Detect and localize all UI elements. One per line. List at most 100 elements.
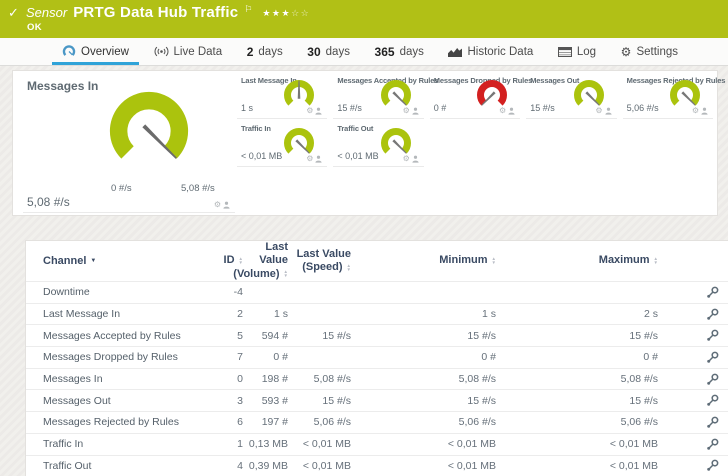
table-header: Channel▼ ID Last Value(Volume) Last Valu…: [26, 241, 728, 281]
settings-gear-icon: ⚙: [621, 45, 632, 59]
primary-gauge-tile[interactable]: Messages In 0 #/s 5,08 #/s 5,08 #/s ⚙: [23, 71, 235, 213]
mini-gauge-traffic-out[interactable]: Traffic Out < 0,01 MB ⚙: [333, 119, 423, 167]
channel-name-cell: Traffic Out: [43, 460, 211, 472]
object-kind-label: Sensor: [26, 5, 67, 20]
mini-gauge-messages-out[interactable]: Messages Out 15 #/s ⚙: [526, 71, 616, 119]
tab-2-days[interactable]: 2 days: [237, 38, 293, 65]
tab-number: 30: [307, 45, 320, 59]
table-row[interactable]: Messages Out 3 593 # 15 #/s 15 #/s 15 #/…: [26, 389, 728, 411]
maximum-cell: 5,08 #/s: [496, 373, 658, 385]
gear-icon[interactable]: ⚙: [595, 107, 602, 115]
maximum-cell: 5,06 #/s: [496, 416, 658, 428]
person-icon[interactable]: [412, 107, 419, 115]
flag-icon[interactable]: ⚐: [244, 4, 252, 15]
sensor-header: ✓ Sensor PRTG Data Hub Traffic ⚐ ★★★☆☆ O…: [0, 0, 728, 38]
channel-name-cell: Messages Accepted by Rules: [43, 330, 211, 342]
gear-icon[interactable]: ⚙: [214, 201, 221, 209]
gear-icon[interactable]: ⚙: [306, 107, 313, 115]
table-body: Downtime -4 Last Message In 2 1 s 1 s 2 …: [26, 281, 728, 476]
channel-id-cell: 4: [211, 460, 243, 472]
person-icon[interactable]: [508, 107, 515, 115]
mini-gauge-value: < 0,01 MB: [337, 151, 378, 161]
channel-settings-icon[interactable]: [668, 351, 719, 364]
broadcast-icon: [154, 46, 169, 57]
last-value-volume-cell: 593 #: [243, 395, 288, 407]
person-icon[interactable]: [605, 107, 612, 115]
channel-settings-icon[interactable]: [668, 373, 719, 386]
column-label: Minimum: [439, 254, 487, 267]
tab-30-days[interactable]: 30 days: [297, 38, 360, 65]
tab-label: Settings: [636, 46, 678, 58]
column-header-maximum[interactable]: Maximum: [496, 254, 658, 267]
mini-gauge-title: Traffic In: [241, 124, 271, 133]
table-row[interactable]: Messages Accepted by Rules 5 594 # 15 #/…: [26, 324, 728, 346]
primary-gauge-dial: [103, 85, 195, 177]
column-label: Last Value: [297, 248, 351, 261]
tab-live-data[interactable]: Live Data: [144, 38, 233, 65]
gear-icon[interactable]: ⚙: [692, 107, 699, 115]
person-icon[interactable]: [315, 107, 322, 115]
tab-label: Log: [577, 46, 596, 58]
mini-gauge-last-message-in[interactable]: Last Message In 1 s ⚙: [237, 71, 327, 119]
table-row[interactable]: Traffic In 1 0,13 MB < 0,01 MB < 0,01 MB…: [26, 433, 728, 455]
table-row[interactable]: Messages In 0 198 # 5,08 #/s 5,08 #/s 5,…: [26, 368, 728, 390]
tab-365-days[interactable]: 365 days: [365, 38, 434, 65]
column-header-last-value-volume[interactable]: Last Value(Volume): [243, 241, 288, 281]
gear-icon[interactable]: ⚙: [499, 107, 506, 115]
column-header-id[interactable]: ID: [211, 254, 243, 267]
channel-settings-icon[interactable]: [668, 308, 719, 321]
channel-id-cell: 1: [211, 438, 243, 450]
channel-settings-icon[interactable]: [668, 416, 719, 429]
table-row[interactable]: Downtime -4: [26, 281, 728, 303]
channel-id-cell: 7: [211, 351, 243, 363]
tab-overview[interactable]: Overview: [52, 38, 139, 65]
maximum-cell: 2 s: [496, 308, 658, 320]
mini-gauge-messages-rejected-by-rules[interactable]: Messages Rejected by Rules 5,06 #/s ⚙: [623, 71, 713, 119]
person-icon[interactable]: [701, 107, 708, 115]
tab-log[interactable]: Log: [548, 38, 606, 65]
gear-icon[interactable]: ⚙: [403, 155, 410, 163]
last-value-speed-cell: 5,08 #/s: [288, 373, 351, 385]
channel-settings-icon[interactable]: [668, 286, 719, 299]
channel-settings-icon[interactable]: [668, 394, 719, 407]
channel-id-cell: 6: [211, 416, 243, 428]
channel-settings-icon[interactable]: [668, 329, 719, 342]
person-icon[interactable]: [315, 155, 322, 163]
priority-stars[interactable]: ★★★☆☆: [262, 8, 310, 19]
gear-icon[interactable]: ⚙: [306, 155, 313, 163]
column-label: Last Value: [243, 241, 288, 267]
channel-id-cell: 0: [211, 373, 243, 385]
person-icon[interactable]: [223, 201, 230, 209]
mini-gauge-messages-accepted-by-rules[interactable]: Messages Accepted by Rules 15 #/s ⚙: [333, 71, 423, 119]
channel-name-cell: Messages In: [43, 373, 211, 385]
table-row[interactable]: Messages Rejected by Rules 6 197 # 5,06 …: [26, 411, 728, 433]
channel-settings-icon[interactable]: [668, 438, 719, 451]
last-value-speed-cell: < 0,01 MB: [288, 438, 351, 450]
tab-historic-data[interactable]: Historic Data: [438, 38, 543, 65]
maximum-cell: 15 #/s: [496, 330, 658, 342]
gauge-icon: [62, 45, 76, 58]
maximum-cell: 15 #/s: [496, 395, 658, 407]
gauge-tools: ⚙: [403, 155, 419, 163]
column-header-minimum[interactable]: Minimum: [351, 254, 496, 267]
gauge-tools: ⚙: [306, 107, 322, 115]
column-header-channel[interactable]: Channel▼: [43, 255, 96, 267]
channel-settings-icon[interactable]: [668, 459, 719, 472]
table-row[interactable]: Last Message In 2 1 s 1 s 2 s: [26, 303, 728, 325]
column-label: Channel: [43, 255, 86, 267]
tab-label: Overview: [81, 46, 129, 58]
tab-settings[interactable]: ⚙ Settings: [611, 38, 688, 65]
column-header-last-value-speed[interactable]: Last Value(Speed): [288, 248, 351, 274]
gauge-tools: ⚙: [306, 155, 322, 163]
person-icon[interactable]: [412, 155, 419, 163]
mini-gauge-value: 15 #/s: [530, 103, 555, 113]
gear-icon[interactable]: ⚙: [403, 107, 410, 115]
table-row[interactable]: Messages Dropped by Rules 7 0 # 0 # 0 #: [26, 346, 728, 368]
mini-gauge-messages-dropped-by-rules[interactable]: Messages Dropped by Rules 0 # ⚙: [430, 71, 520, 119]
prtg-sensor-page: { "colors": { "status_ok_green": "#b1c01…: [0, 0, 728, 476]
last-value-speed-cell: 15 #/s: [288, 395, 351, 407]
mini-gauge-traffic-in[interactable]: Traffic In < 0,01 MB ⚙: [237, 119, 327, 167]
table-row[interactable]: Traffic Out 4 0,39 MB < 0,01 MB < 0,01 M…: [26, 455, 728, 476]
maximum-cell: < 0,01 MB: [496, 460, 658, 472]
column-sublabel: (Volume): [233, 268, 279, 281]
